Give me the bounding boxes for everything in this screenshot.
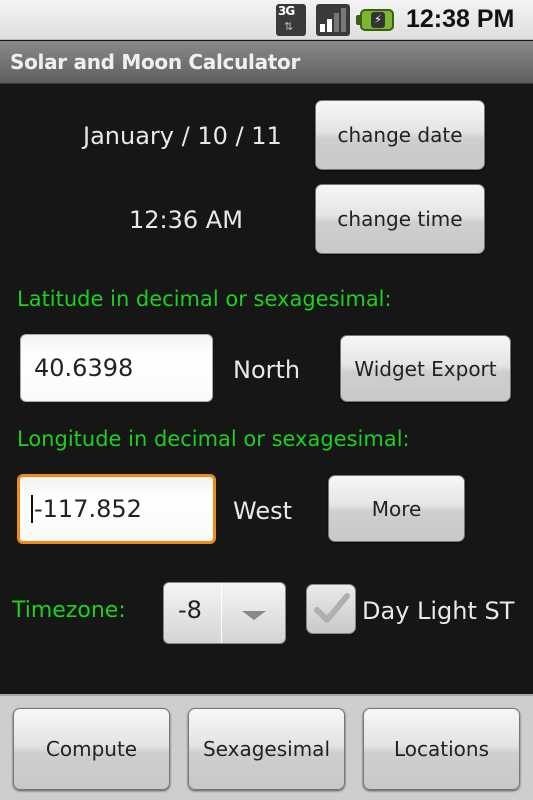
latitude-hemisphere: North [233,356,301,384]
sexagesimal-button[interactable]: Sexagesimal [188,708,345,790]
longitude-hemisphere: West [233,497,293,525]
checkmark-icon [314,593,350,623]
timezone-selected-value: -8 [178,596,202,624]
time-value: 12:36 AM [129,206,243,234]
status-bar: 3G ⇅ ⚡ 12:38 PM [0,0,533,40]
status-time: 12:38 PM [406,5,515,33]
3g-data-icon: 3G ⇅ [276,4,306,36]
bottom-action-bar: Compute Sexagesimal Locations [0,694,533,800]
longitude-label: Longitude in decimal or sexagesimal: [17,427,410,451]
longitude-input-value: -117.852 [34,495,142,523]
signal-strength-icon [316,4,350,36]
change-time-button[interactable]: change time [315,184,485,254]
daylight-checkbox[interactable] [306,584,356,634]
timezone-label: Timezone: [12,598,126,623]
title-bar: Solar and Moon Calculator [0,41,533,84]
app-title: Solar and Moon Calculator [10,50,301,74]
text-cursor [31,495,33,523]
more-button[interactable]: More [328,475,465,542]
latitude-input-value: 40.6398 [34,354,134,382]
charging-bolt-icon: ⚡ [371,12,385,28]
date-value: January / 10 / 11 [83,122,282,150]
timezone-spinner[interactable]: -8 [163,582,286,644]
compute-button[interactable]: Compute [13,708,170,790]
data-arrows-icon: ⇅ [284,20,294,33]
longitude-input[interactable]: -117.852 [17,474,216,544]
locations-button[interactable]: Locations [363,708,520,790]
widget-export-button[interactable]: Widget Export [340,335,511,402]
change-date-button[interactable]: change date [315,100,485,170]
daylight-label: Day Light ST [362,597,515,625]
network-type-label: 3G [278,4,295,18]
spinner-divider [221,583,222,643]
dropdown-arrow-icon[interactable] [242,611,266,620]
latitude-input[interactable]: 40.6398 [20,334,213,402]
battery-charging-icon: ⚡ [356,9,394,31]
latitude-label: Latitude in decimal or sexagesimal: [17,287,392,311]
